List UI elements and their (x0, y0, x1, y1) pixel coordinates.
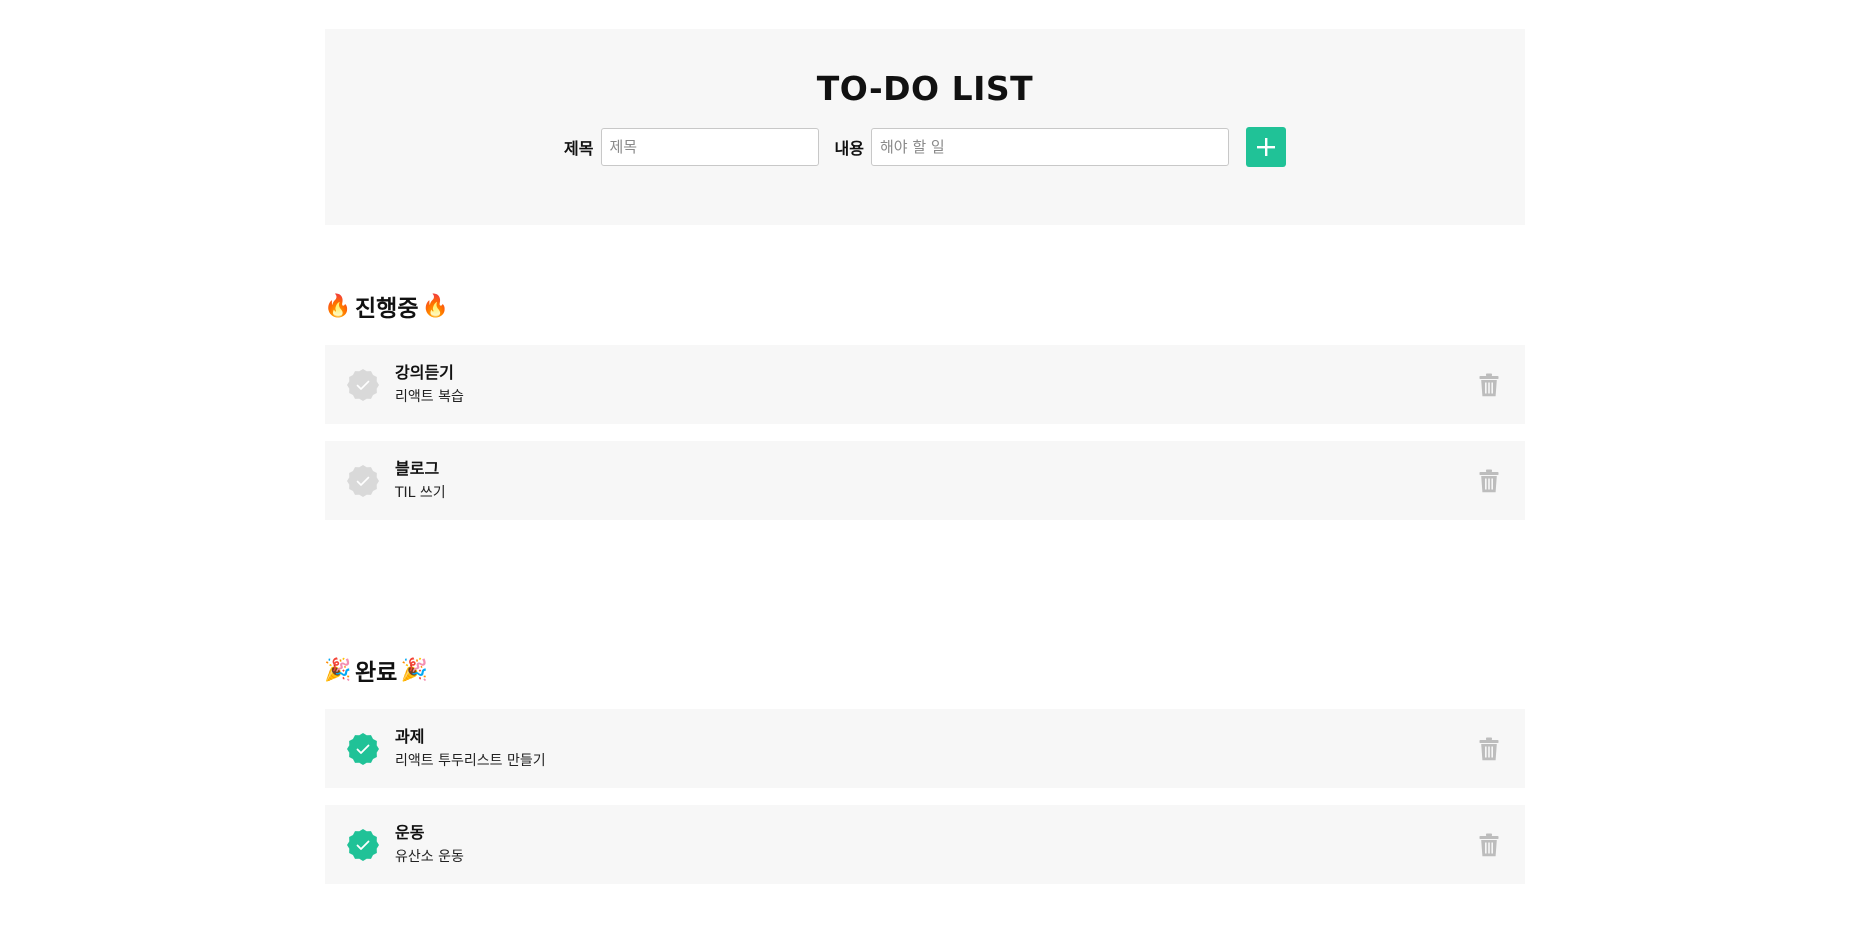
section-in-progress: 🔥 진행중 🔥 강의듣기 리액트 복습 블로그 TIL 쓰기 (324, 291, 1525, 537)
body-label: 내용 (834, 138, 864, 158)
todo-title: 운동 (395, 823, 425, 842)
trash-icon (1479, 737, 1499, 761)
delete-button[interactable] (1477, 832, 1501, 858)
delete-button[interactable] (1477, 468, 1501, 494)
delete-button[interactable] (1477, 736, 1501, 762)
trash-icon (1479, 469, 1499, 493)
section-done: 🎉 완료 🎉 과제 리액트 투두리스트 만들기 운동 유산소 운동 (324, 655, 1525, 901)
app-container: TO-DO LIST 제목 내용 🔥 진행중 🔥 (324, 29, 1525, 884)
title-input[interactable] (600, 127, 819, 166)
section-heading-in-progress: 🔥 진행중 🔥 (324, 291, 1525, 323)
fire-icon: 🔥 (421, 293, 450, 319)
section-heading-text: 진행중 (355, 296, 419, 322)
todo-list-done: 과제 리액트 투두리스트 만들기 운동 유산소 운동 (325, 709, 1525, 884)
todo-item: 블로그 TIL 쓰기 (325, 441, 1525, 520)
party-popper-icon: 🎉 (400, 657, 429, 683)
complete-toggle-button[interactable] (346, 368, 380, 402)
todo-text: 운동 유산소 운동 (395, 822, 464, 868)
add-button[interactable] (1245, 126, 1286, 167)
plus-icon (1256, 137, 1275, 156)
delete-button[interactable] (1477, 372, 1501, 398)
check-badge-icon (347, 829, 379, 861)
title-label: 제목 (564, 138, 594, 158)
complete-toggle-button[interactable] (346, 828, 380, 862)
party-popper-icon: 🎉 (324, 657, 352, 683)
header-panel: TO-DO LIST 제목 내용 (325, 29, 1525, 225)
complete-toggle-button[interactable] (346, 464, 380, 498)
todo-item: 강의듣기 리액트 복습 (325, 345, 1525, 424)
todo-body: 리액트 복습 (395, 389, 464, 405)
todo-list-in-progress: 강의듣기 리액트 복습 블로그 TIL 쓰기 (325, 345, 1525, 520)
todo-text: 과제 리액트 투두리스트 만들기 (395, 726, 546, 772)
todo-item: 과제 리액트 투두리스트 만들기 (325, 709, 1525, 788)
todo-title: 과제 (395, 727, 425, 746)
todo-text: 강의듣기 리액트 복습 (395, 362, 464, 408)
section-heading-text: 완료 (355, 660, 398, 686)
check-badge-icon (347, 465, 379, 497)
app-title: TO-DO LIST (816, 69, 1034, 108)
fire-icon: 🔥 (324, 293, 352, 319)
todo-body: 유산소 운동 (395, 849, 464, 865)
check-badge-icon (347, 369, 379, 401)
trash-icon (1479, 373, 1499, 397)
trash-icon (1479, 833, 1499, 857)
todo-title: 블로그 (395, 459, 440, 478)
todo-body: TIL 쓰기 (395, 485, 446, 501)
todo-text: 블로그 TIL 쓰기 (395, 458, 446, 504)
complete-toggle-button[interactable] (346, 732, 380, 766)
body-input[interactable] (870, 127, 1229, 166)
todo-title: 강의듣기 (395, 363, 454, 382)
page: TO-DO LIST 제목 내용 🔥 진행중 🔥 (0, 0, 1856, 938)
check-badge-icon (347, 733, 379, 765)
add-todo-form: 제목 내용 (564, 126, 1286, 167)
todo-body: 리액트 투두리스트 만들기 (395, 753, 546, 769)
todo-item: 운동 유산소 운동 (325, 805, 1525, 884)
section-heading-done: 🎉 완료 🎉 (324, 655, 1525, 687)
